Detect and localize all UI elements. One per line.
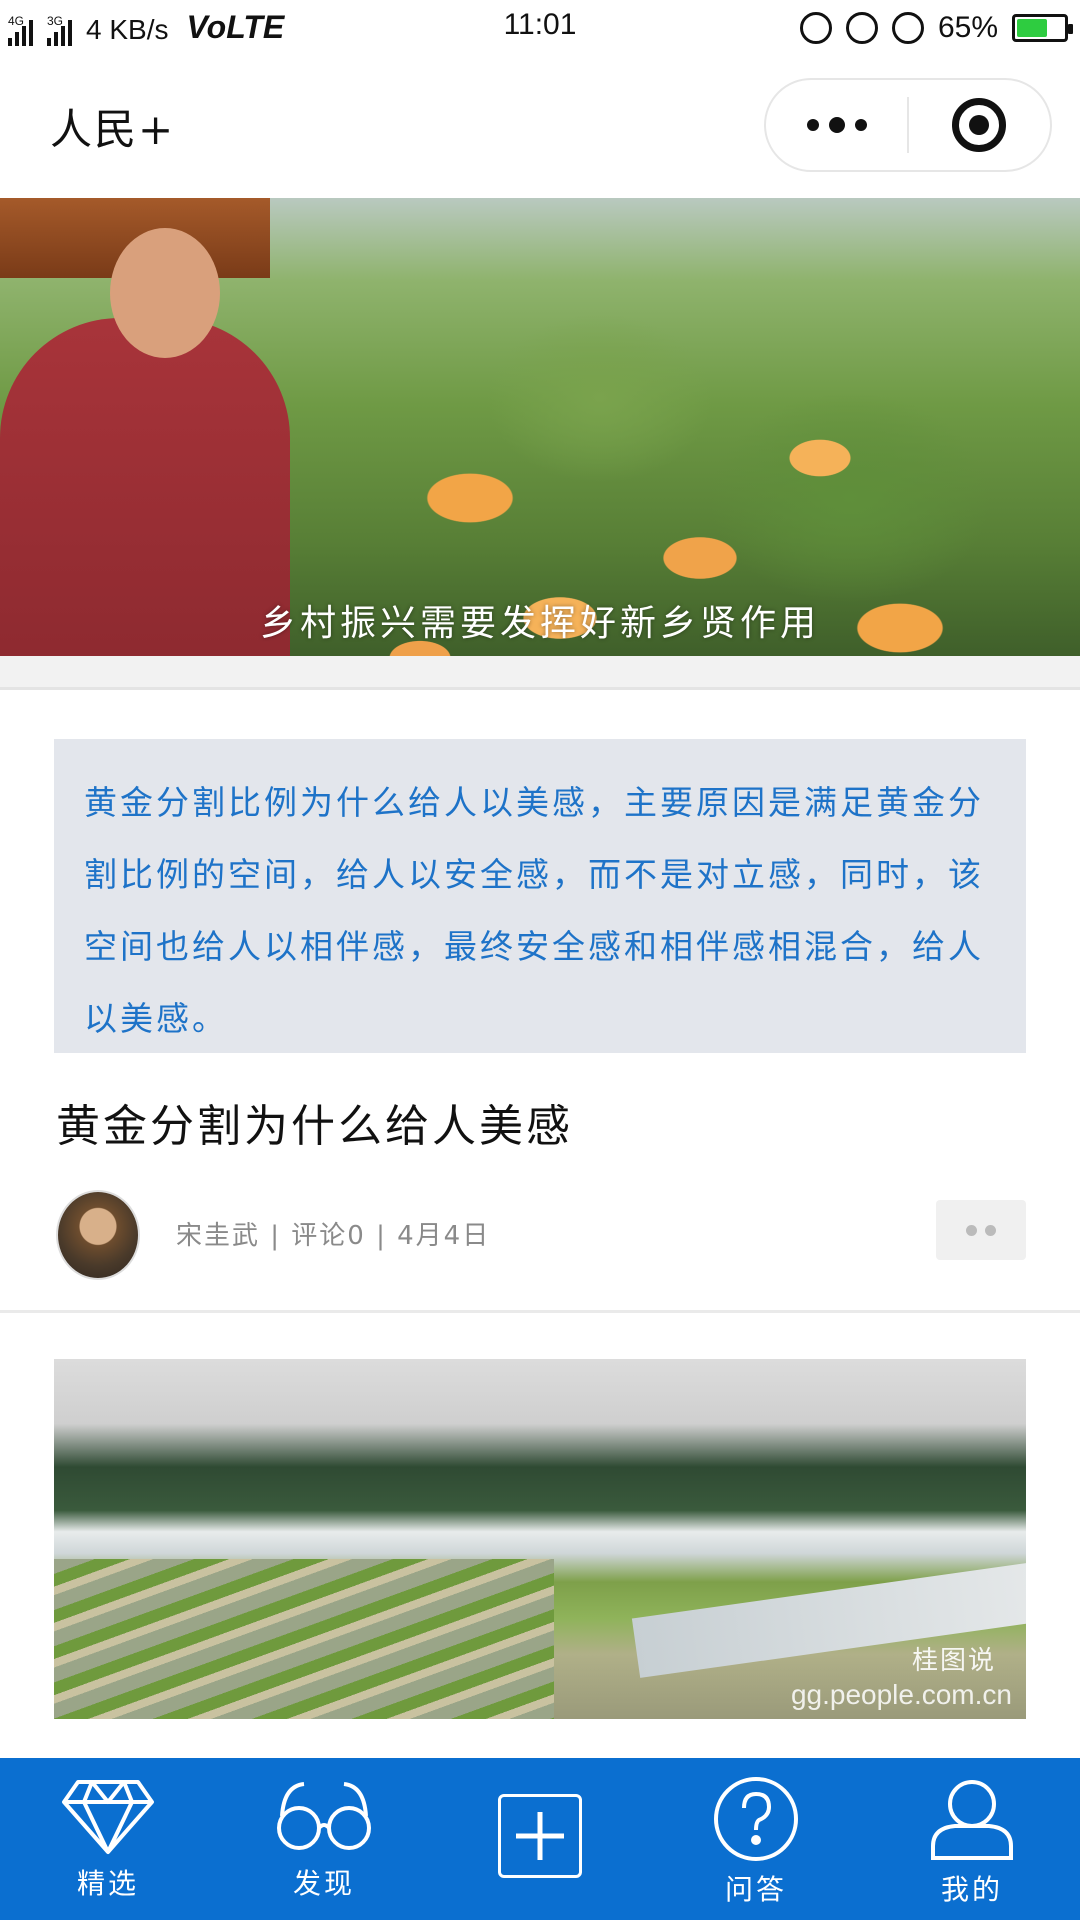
plus-icon (498, 1794, 582, 1878)
app-header: 人民+ (0, 56, 1080, 196)
page-title: 人民+ (50, 105, 176, 154)
watermark-logo: 桂图说 (911, 1646, 996, 1676)
tab-discover[interactable]: 发现 (216, 1758, 432, 1920)
article-quote[interactable]: 黄金分割比例为什么给人以美感，主要原因是满足黄金分割比例的空间，给人以安全感，而… (54, 739, 1026, 1053)
status-bar: 4G 3G 4 KB/s VoLTE 11:01 65% (0, 0, 1080, 56)
battery-percent: 65% (937, 11, 998, 44)
alarm-icon (891, 12, 924, 44)
tab-create[interactable] (432, 1758, 648, 1920)
user-icon (931, 1780, 1013, 1860)
landscape-terraces (54, 1559, 554, 1719)
tab-label: 我的 (940, 1873, 1003, 1906)
tab-qa[interactable]: 问答 (648, 1758, 864, 1920)
watermark-url: gg.people.com.cn (790, 1679, 1012, 1710)
article-meta: 宋圭武 | 评论0 | 4月4日 (176, 1221, 491, 1251)
status-right: 65% (799, 10, 1073, 46)
diamond-icon (62, 1780, 154, 1854)
question-icon (714, 1777, 798, 1861)
vibrate-icon (799, 12, 832, 44)
tab-featured[interactable]: 精选 (0, 1758, 216, 1920)
battery-icon (1012, 14, 1073, 42)
author-avatar[interactable] (56, 1190, 140, 1280)
banner-carousel[interactable]: 乡村振兴需要发挥好新乡贤作用 (0, 198, 1080, 656)
article-more-button[interactable] (936, 1200, 1026, 1260)
tab-label: 精选 (76, 1867, 139, 1900)
tab-label: 发现 (292, 1867, 355, 1900)
rotation-lock-icon (845, 12, 878, 44)
more-dots-icon[interactable] (766, 80, 907, 170)
article-divider (0, 1310, 1080, 1313)
more-dots-icon (985, 1224, 996, 1236)
more-dots-icon (966, 1224, 977, 1236)
banner-caption: 乡村振兴需要发挥好新乡贤作用 (259, 603, 820, 644)
next-article-image[interactable]: 桂图说 gg.people.com.cn (54, 1359, 1026, 1719)
tab-me[interactable]: 我的 (864, 1758, 1080, 1920)
target-icon[interactable] (909, 80, 1050, 170)
glasses-icon (277, 1782, 371, 1850)
mini-program-capsule (764, 78, 1052, 172)
tab-label: 问答 (724, 1873, 787, 1906)
banner-person-head (110, 228, 220, 358)
article-title[interactable]: 黄金分割为什么给人美感 (56, 1090, 573, 1154)
battery-fill (1017, 19, 1047, 37)
article-quote-text: 黄金分割比例为什么给人以美感，主要原因是满足黄金分割比例的空间，给人以安全感，而… (84, 783, 984, 1038)
bottom-tab-bar: 精选 发现 问答 我的 (0, 1758, 1080, 1920)
section-gap (0, 656, 1080, 690)
